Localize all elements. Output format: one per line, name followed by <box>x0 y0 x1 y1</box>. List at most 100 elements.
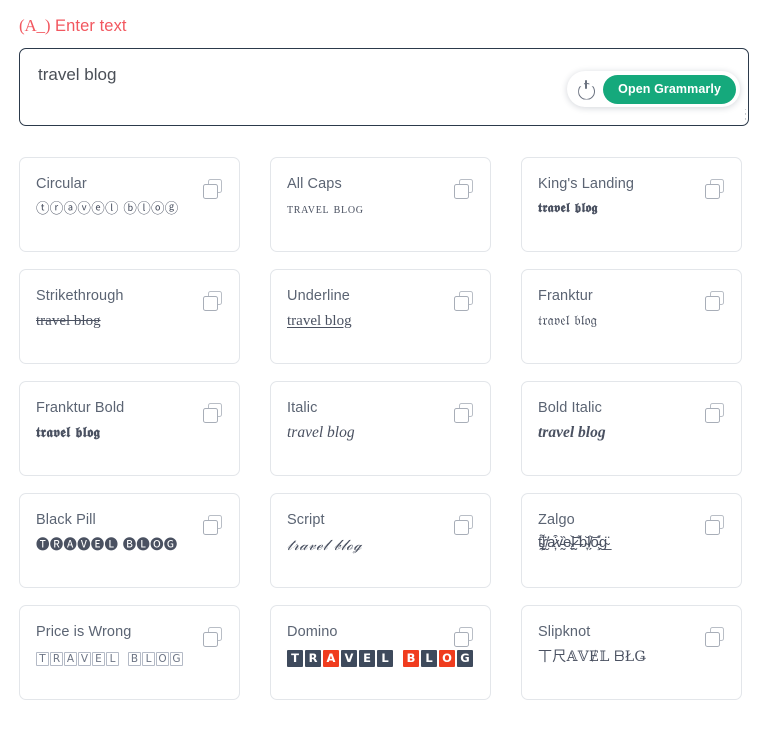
style-card-sample: t̴̢̛̰̦͌r̸̮̈a̷̦͒v̵̰̏e̴̟͝l̷̰̄ ̶̣̐b̴̞̆l̸̗͝o… <box>538 534 608 551</box>
boxed-tile: T <box>36 652 49 666</box>
style-card[interactable]: Underline travel blog <box>270 269 491 364</box>
style-card[interactable]: Circular ⓣⓡⓐⓥⓔⓛ ⓑⓛⓞⓖ <box>19 157 240 252</box>
boxed-tile: L <box>106 652 119 666</box>
style-card-sample: 𝓉𝓇𝒶𝓋ℯ𝓁 𝒷𝓁ℴℊ <box>287 536 363 554</box>
domino-tile: O <box>439 650 455 667</box>
copy-icon-front <box>203 408 218 423</box>
style-card-title: Script <box>287 512 325 528</box>
copy-icon[interactable] <box>705 179 727 201</box>
copy-icon-front <box>203 520 218 535</box>
style-card[interactable]: Slipknot 丅尺𝔸𝕍Ɇ𝕃 ᗷŁǤ <box>521 605 742 700</box>
style-card-title: Black Pill <box>36 512 96 528</box>
domino-tile: E <box>359 650 375 667</box>
boxed-tile: B <box>128 652 141 666</box>
style-card-sample: 🅣🅡🅐🅥🅔🅛 🅑🅛🅞🅖 <box>36 537 178 553</box>
power-icon[interactable] <box>577 79 596 99</box>
copy-icon[interactable] <box>705 627 727 649</box>
boxed-tiles: TRAVEL BLOG <box>36 652 183 666</box>
copy-icon-front <box>203 184 218 199</box>
copy-icon[interactable] <box>203 627 225 649</box>
enter-text-label-text: Enter text <box>50 17 127 35</box>
style-card[interactable]: Domino T R A V E L BLOG <box>270 605 491 700</box>
copy-icon-front <box>454 408 469 423</box>
resize-handle[interactable] <box>732 109 746 123</box>
boxed-tile: E <box>92 652 105 666</box>
font-glyph-icon: (A_) <box>19 16 51 35</box>
enter-text-label: (A_) Enter text <box>19 16 127 36</box>
style-card[interactable]: Italic travel blog <box>270 381 491 476</box>
copy-icon[interactable] <box>705 403 727 425</box>
copy-icon-front <box>203 632 218 647</box>
copy-icon[interactable] <box>705 291 727 313</box>
style-card-sample: TRAVEL BLOG <box>287 647 474 667</box>
style-card-title: Bold Italic <box>538 400 602 416</box>
style-card[interactable]: Black Pill 🅣🅡🅐🅥🅔🅛 🅑🅛🅞🅖 <box>19 493 240 588</box>
domino-tile: G <box>457 650 473 667</box>
boxed-tile: L <box>142 652 155 666</box>
copy-icon-front <box>454 184 469 199</box>
copy-icon[interactable] <box>454 515 476 537</box>
copy-icon-front <box>705 408 720 423</box>
style-card-title: Franktur Bold <box>36 400 125 416</box>
style-card-sample: ⓣⓡⓐⓥⓔⓛ ⓑⓛⓞⓖ <box>36 201 179 217</box>
style-card-sample: travel blog <box>538 424 606 441</box>
style-card-title: Domino <box>287 624 338 640</box>
domino-tile: L <box>421 650 437 667</box>
style-card-grid: Circular ⓣⓡⓐⓥⓔⓛ ⓑⓛⓞⓖ All Caps travel blog Ki… <box>19 157 749 700</box>
copy-icon[interactable] <box>203 179 225 201</box>
copy-icon[interactable] <box>203 291 225 313</box>
style-card-sample: TRAVEL BLOG <box>36 647 223 667</box>
copy-icon[interactable] <box>454 291 476 313</box>
style-card-sample: travel blog <box>287 424 355 441</box>
style-card-title: All Caps <box>287 176 342 192</box>
copy-icon-front <box>454 296 469 311</box>
copy-icon[interactable] <box>454 403 476 425</box>
copy-icon[interactable] <box>203 515 225 537</box>
style-card-sample: 𝖙𝖗𝖆𝖛𝖊𝖑 𝖇𝖑𝖔𝖌 <box>538 201 598 216</box>
style-card-title: Underline <box>287 288 350 304</box>
style-card[interactable]: Franktur 𝔱𝔯𝔞𝔳𝔢𝔩 𝔟𝔩𝔬𝔤 <box>521 269 742 364</box>
text-input-value[interactable]: travel blog <box>38 65 116 85</box>
style-card-title: Franktur <box>538 288 593 304</box>
style-card-sample: travel blog <box>36 313 101 329</box>
style-card[interactable]: Franktur Bold 𝖙𝖗𝖆𝖛𝖊𝖑 𝖇𝖑𝖔𝖌 <box>19 381 240 476</box>
style-card[interactable]: Price is Wrong T R A V E L BLOG <box>19 605 240 700</box>
text-input-area[interactable]: travel blog Open Grammarly <box>19 48 749 126</box>
boxed-tile: R <box>50 652 63 666</box>
style-card[interactable]: King's Landing 𝖙𝖗𝖆𝖛𝖊𝖑 𝖇𝖑𝖔𝖌 <box>521 157 742 252</box>
copy-icon[interactable] <box>203 403 225 425</box>
domino-tile: B <box>403 650 419 667</box>
style-card-title: Slipknot <box>538 624 591 640</box>
domino-tile: V <box>341 650 357 667</box>
style-card-title: Strikethrough <box>36 288 124 304</box>
style-card-title: Circular <box>36 176 87 192</box>
style-card-title: Italic <box>287 400 318 416</box>
domino-tile <box>395 650 401 667</box>
boxed-tile: G <box>170 652 183 666</box>
style-card-sample: 𝖙𝖗𝖆𝖛𝖊𝖑 𝖇𝖑𝖔𝖌 <box>36 425 101 441</box>
domino-tile: A <box>323 650 339 667</box>
boxed-tile: A <box>64 652 77 666</box>
copy-icon[interactable] <box>454 179 476 201</box>
style-card-sample: 𝔱𝔯𝔞𝔳𝔢𝔩 𝔟𝔩𝔬𝔤 <box>538 313 598 329</box>
style-card[interactable]: Strikethrough travel blog <box>19 269 240 364</box>
grammarly-widget[interactable]: Open Grammarly <box>567 71 740 107</box>
style-card[interactable]: All Caps travel blog <box>270 157 491 252</box>
open-grammarly-button[interactable]: Open Grammarly <box>603 74 736 104</box>
style-card-sample: travel blog <box>287 313 352 329</box>
style-card[interactable]: Zalgo t̴̢̛̰̦͌r̸̮̈a̷̦͒v̵̰̏e̴̟͝l̷̰̄ ̶̣̐b̴̞̆… <box>521 493 742 588</box>
copy-icon-front <box>705 632 720 647</box>
copy-icon-front <box>705 184 720 199</box>
copy-icon-front <box>454 520 469 535</box>
style-card[interactable]: Bold Italic travel blog <box>521 381 742 476</box>
style-card[interactable]: Script 𝓉𝓇𝒶𝓋ℯ𝓁 𝒷𝓁ℴℊ <box>270 493 491 588</box>
boxed-tile <box>120 652 127 666</box>
copy-icon-front <box>454 632 469 647</box>
boxed-tile: O <box>156 652 169 666</box>
copy-icon[interactable] <box>454 627 476 649</box>
domino-tile: L <box>377 650 393 667</box>
style-card-sample: travel blog <box>287 201 364 217</box>
boxed-tile: V <box>78 652 91 666</box>
domino-tiles: TRAVEL BLOG <box>287 650 473 667</box>
style-card-title: Zalgo <box>538 512 575 528</box>
